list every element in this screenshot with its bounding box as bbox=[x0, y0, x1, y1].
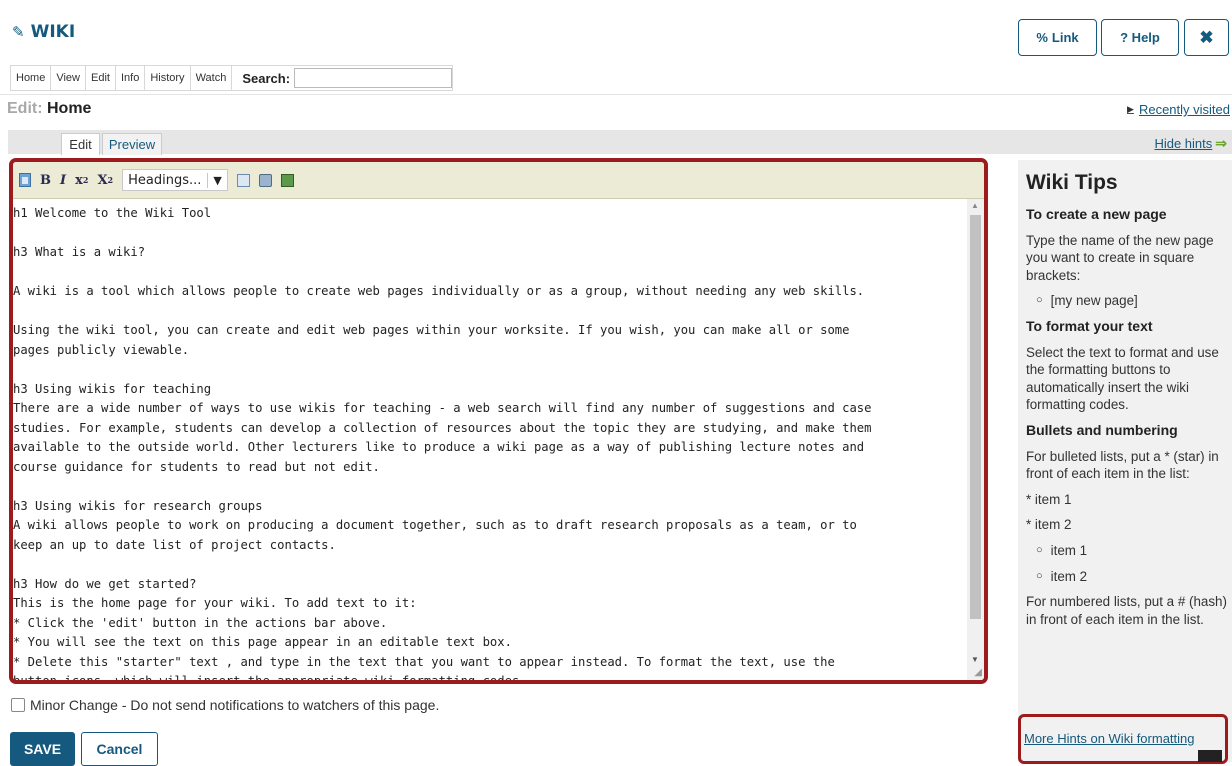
subscript-button[interactable]: X2 bbox=[97, 173, 113, 188]
insert-image-icon[interactable] bbox=[280, 173, 294, 187]
fullscreen-button[interactable]: ✖ bbox=[1184, 19, 1229, 56]
tips-sub-item2: item 2 bbox=[1050, 568, 1088, 584]
list-item: ○ item 2 bbox=[1036, 568, 1232, 586]
scroll-down-icon[interactable]: ▼ bbox=[971, 655, 979, 664]
tips-title: Wiki Tips bbox=[1026, 171, 1118, 194]
bullet-icon: ○ bbox=[1036, 294, 1043, 307]
divider bbox=[0, 94, 1232, 95]
insert-link-icon[interactable] bbox=[258, 173, 272, 187]
editor-tab-bar bbox=[8, 130, 1232, 154]
wiki-editor: B I x2 X2 Headings... ▼ h1 Welcome to th… bbox=[9, 158, 988, 684]
cancel-button[interactable]: Cancel bbox=[81, 732, 158, 766]
bullet-icon: ○ bbox=[1036, 569, 1043, 582]
bold-button[interactable]: B bbox=[40, 173, 51, 188]
tips-sub-item1: item 1 bbox=[1050, 542, 1088, 558]
superscript-button[interactable]: x2 bbox=[75, 173, 88, 188]
wiki-content-textarea[interactable]: h1 Welcome to the Wiki Tool h3 What is a… bbox=[13, 199, 970, 680]
page-title: Edit: Home bbox=[7, 100, 91, 118]
link-icon: % bbox=[1036, 30, 1048, 45]
tab-preview[interactable]: Preview bbox=[102, 133, 162, 155]
nav-view[interactable]: View bbox=[51, 66, 86, 90]
overlay-corner bbox=[1198, 750, 1222, 762]
tool-title-text: WIKI bbox=[30, 22, 76, 42]
nav-edit[interactable]: Edit bbox=[86, 66, 116, 90]
paste-button[interactable] bbox=[19, 173, 31, 187]
nav-history[interactable]: History bbox=[145, 66, 191, 90]
list-item: ○ item 1 bbox=[1036, 542, 1232, 560]
list-item: ○ [my new page] bbox=[1036, 292, 1232, 310]
save-button[interactable]: SAVE bbox=[10, 732, 75, 766]
italic-button[interactable]: I bbox=[60, 173, 66, 188]
recently-visited-link[interactable]: ▶ Recently visited bbox=[1127, 102, 1230, 117]
bullet-icon: ○ bbox=[1036, 543, 1043, 556]
wiki-tips-panel: Wiki Tips To create a new page Type the … bbox=[1018, 160, 1232, 762]
chevron-down-icon: ▼ bbox=[213, 173, 222, 187]
table-icon[interactable] bbox=[236, 173, 250, 187]
hide-hints-link[interactable]: Hide hints ⇒ bbox=[1154, 135, 1227, 152]
triangle-right-icon: ▶ bbox=[1127, 104, 1134, 114]
tips-format-text: Select the text to format and use the fo… bbox=[1026, 344, 1219, 413]
scrollbar-thumb[interactable] bbox=[970, 215, 981, 619]
minor-change-label: Minor Change - Do not send notifications… bbox=[30, 697, 440, 713]
search-label: Search: bbox=[242, 70, 291, 86]
help-button[interactable]: ? Help bbox=[1101, 19, 1179, 56]
scroll-up-icon[interactable]: ▲ bbox=[971, 201, 979, 210]
link-button[interactable]: % Link bbox=[1018, 19, 1097, 56]
tips-bullet-item2: * item 2 bbox=[1026, 517, 1072, 533]
resize-grip-icon[interactable]: ◢ bbox=[974, 667, 982, 678]
recently-visited-label: Recently visited bbox=[1138, 102, 1230, 117]
link-button-label: Link bbox=[1051, 30, 1079, 45]
search-input[interactable] bbox=[294, 68, 453, 88]
paste-icon bbox=[19, 173, 31, 187]
editor-toolbar: B I x2 X2 Headings... ▼ bbox=[13, 162, 984, 199]
expand-icon: ✖ bbox=[1199, 27, 1214, 47]
search-group: Search: bbox=[232, 66, 453, 90]
nav-info[interactable]: Info bbox=[116, 66, 146, 90]
page-title-name: Home bbox=[47, 100, 92, 117]
tips-bullets-text: For bulleted lists, put a * (star) in fr… bbox=[1026, 448, 1219, 482]
tips-bullets-heading: Bullets and numbering bbox=[1026, 421, 1178, 438]
editor-scrollbar[interactable]: ▲ ▼ bbox=[967, 199, 984, 680]
minor-change-checkbox[interactable] bbox=[11, 698, 25, 712]
tips-numbered-text: For numbered lists, put a # (hash) in fr… bbox=[1026, 594, 1227, 627]
page-title-prefix: Edit: bbox=[7, 100, 43, 117]
tips-create-text: Type the name of the new page you want t… bbox=[1026, 232, 1214, 283]
tips-format-heading: To format your text bbox=[1026, 317, 1153, 334]
minor-change-option: Minor Change - Do not send notifications… bbox=[11, 697, 439, 713]
edit-pencil-icon: ✎ bbox=[12, 24, 25, 41]
headings-select[interactable]: Headings... ▼ bbox=[122, 169, 228, 191]
hide-hints-label: Hide hints bbox=[1154, 136, 1213, 151]
more-hints-link[interactable]: More Hints on Wiki formatting bbox=[1024, 731, 1195, 746]
tips-bullet-item1: * item 1 bbox=[1026, 491, 1072, 507]
wiki-nav-bar: Home View Edit Info History Watch Search… bbox=[10, 65, 454, 91]
tips-create-example: [my new page] bbox=[1050, 293, 1138, 309]
tab-edit[interactable]: Edit bbox=[61, 133, 100, 155]
nav-home[interactable]: Home bbox=[11, 66, 52, 90]
tool-title: ✎ WIKI bbox=[12, 22, 75, 42]
arrow-right-icon: ⇒ bbox=[1215, 135, 1227, 151]
nav-watch[interactable]: Watch bbox=[191, 66, 233, 90]
tips-create-heading: To create a new page bbox=[1026, 206, 1167, 222]
help-button-label: ? Help bbox=[1120, 30, 1160, 45]
headings-value: Headings... bbox=[123, 172, 209, 188]
